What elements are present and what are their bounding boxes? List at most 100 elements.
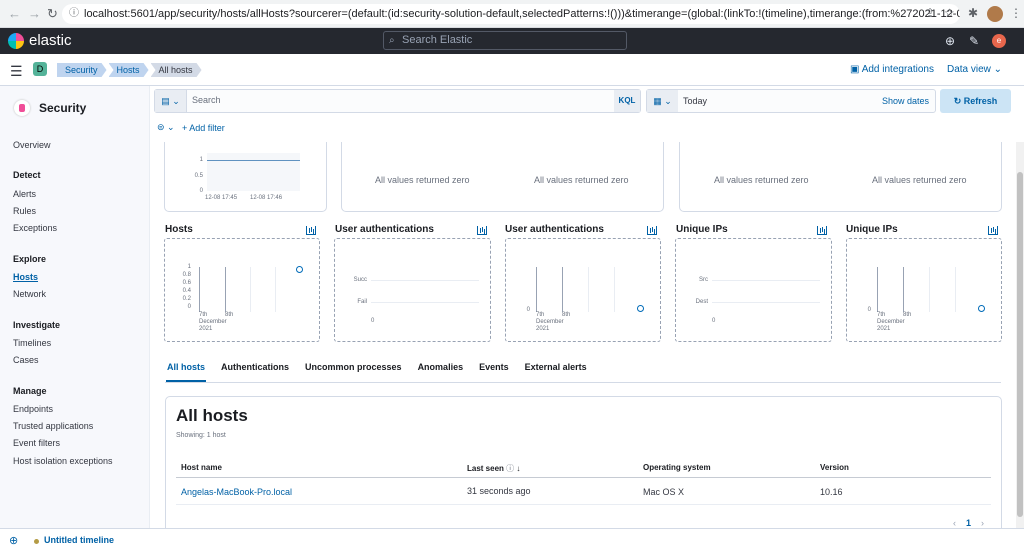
menu-kebab-icon[interactable]: ⋮ (1010, 6, 1022, 20)
back-icon[interactable]: ← (8, 6, 21, 21)
x-tick: 12-08 17:46 (250, 195, 283, 201)
version-cell: 10.16 (820, 487, 843, 497)
data-point (296, 266, 303, 273)
grid-line (929, 267, 930, 312)
show-dates-link[interactable]: Show dates (882, 96, 929, 106)
sidebar-item-network[interactable]: Network (13, 289, 46, 299)
news-icon[interactable]: ✎ (969, 34, 979, 48)
breadcrumb-security[interactable]: Security (57, 63, 107, 77)
sidebar-item-cases[interactable]: Cases (13, 355, 39, 365)
y-tick: 0 (187, 304, 191, 310)
column-header-operating-system[interactable]: Operating system (643, 463, 711, 472)
sidebar-item-endpoints[interactable]: Endpoints (13, 404, 53, 414)
tab-events[interactable]: Events (478, 362, 510, 382)
reload-icon[interactable]: ↻ (47, 6, 58, 22)
profile-avatar[interactable] (987, 6, 1003, 22)
axis-line (903, 267, 904, 312)
pagination-next-icon[interactable]: › (981, 518, 984, 528)
grid-line (614, 267, 615, 312)
x-tick: 8th (903, 312, 912, 318)
inspect-chart-icon[interactable] (306, 226, 316, 235)
untitled-timeline-link[interactable]: Untitled timeline (44, 535, 114, 545)
elastic-logo[interactable]: elastic (8, 32, 72, 49)
bookmark-star-icon[interactable]: ☆ (944, 6, 955, 20)
axis-line (199, 267, 200, 312)
sidebar-item-timelines[interactable]: Timelines (13, 338, 51, 348)
kpi-title-user-authentications-area: User authentications (505, 224, 604, 235)
refresh-button[interactable]: ↻ Refresh (940, 89, 1011, 113)
add-timeline-icon[interactable]: ⊕ (9, 534, 18, 547)
data-view-menu[interactable]: Data view ⌄ (947, 64, 1002, 75)
site-info-icon[interactable]: ⓘ (69, 4, 79, 24)
inspect-chart-icon[interactable] (647, 226, 657, 235)
filter-options-icon[interactable]: ⊜ ⌄ (157, 122, 175, 133)
tab-authentications[interactable]: Authentications (220, 362, 290, 382)
x-tick: 0 (371, 318, 375, 324)
row-divider (176, 504, 991, 505)
pagination-page[interactable]: 1 (966, 518, 971, 528)
brand-name: elastic (29, 32, 72, 49)
zero-message: All values returned zero (534, 175, 629, 185)
sidebar-item-event-filters[interactable]: Event filters (13, 438, 60, 448)
x-tick-month: December (877, 319, 905, 325)
sidebar-group-investigate: Investigate (13, 320, 61, 330)
global-search-input[interactable]: ⌕ Search Elastic (383, 31, 627, 50)
host-name-link[interactable]: Angelas-MacBook-Pro.local (181, 487, 292, 497)
hosts-tabs: All hosts Authentications Uncommon proce… (166, 362, 588, 382)
kpi-chart-user-auth-bar: Succ Fail 0 (334, 238, 491, 342)
forward-icon[interactable]: → (28, 6, 41, 21)
query-bar[interactable]: ▤ ⌄ Search KQL (154, 89, 641, 113)
saved-query-menu-icon[interactable]: ▤ ⌄ (155, 90, 187, 112)
column-header-version[interactable]: Version (820, 463, 849, 472)
breadcrumb-hosts[interactable]: Hosts (109, 63, 149, 77)
extensions-icon[interactable]: ✱ (968, 6, 978, 20)
tab-external-alerts[interactable]: External alerts (524, 362, 588, 382)
date-picker[interactable]: ▦ ⌄ Today Show dates (646, 89, 936, 113)
page-scrollbar-thumb[interactable] (1017, 172, 1023, 517)
events-histogram-card: 1 0.5 0 12-08 17:45 12-08 17:46 (164, 142, 327, 212)
grid-line (588, 267, 589, 312)
series-line (207, 160, 300, 161)
grid-line (371, 302, 479, 303)
add-integrations-label: Add integrations (861, 64, 934, 75)
user-avatar[interactable]: e (992, 34, 1006, 48)
tab-all-hosts[interactable]: All hosts (166, 362, 207, 382)
share-icon[interactable]: ⇪ (925, 6, 935, 20)
x-tick-month: December (536, 319, 564, 325)
global-search-placeholder: Search Elastic (402, 34, 473, 46)
sidebar-item-rules[interactable]: Rules (13, 206, 36, 216)
unique-ips-summary-card: All values returned zero All values retu… (679, 142, 1002, 212)
column-header-host-name[interactable]: Host name (181, 463, 222, 472)
column-header-last-seen[interactable]: Last seen ⓘ ↓ (467, 463, 520, 474)
sidebar-item-overview[interactable]: Overview (13, 140, 51, 150)
address-bar[interactable]: ⓘ localhost:5601/app/security/hosts/allH… (62, 4, 960, 24)
help-icon[interactable]: ⊕ (945, 34, 955, 48)
search-input[interactable]: Search (192, 95, 221, 105)
sidebar-item-host-isolation-exceptions[interactable]: Host isolation exceptions (13, 456, 113, 466)
url-text: localhost:5601/app/security/hosts/allHos… (84, 8, 960, 20)
calendar-icon[interactable]: ▦ ⌄ (647, 90, 678, 112)
inspect-chart-icon[interactable] (477, 226, 487, 235)
timeline-status-dot (34, 539, 39, 544)
pagination-prev-icon[interactable]: ‹ (953, 518, 956, 528)
add-integrations-link[interactable]: ▣ Add integrations (850, 64, 934, 75)
x-tick-year: 2021 (536, 326, 550, 332)
menu-hamburger-icon[interactable]: ☰ (10, 63, 23, 80)
add-filter-button[interactable]: + Add filter (182, 123, 225, 133)
tab-anomalies[interactable]: Anomalies (417, 362, 465, 382)
tab-uncommon-processes[interactable]: Uncommon processes (304, 362, 403, 382)
chart-plot-area (207, 153, 300, 191)
inspect-chart-icon[interactable] (988, 226, 998, 235)
sidebar-item-hosts[interactable]: Hosts (13, 272, 38, 282)
kpi-title-unique-ips: Unique IPs (676, 224, 728, 235)
integrations-icon: ▣ (850, 64, 862, 75)
axis-line (562, 267, 563, 312)
sidebar-item-exceptions[interactable]: Exceptions (13, 223, 57, 233)
sidebar-item-trusted-applications[interactable]: Trusted applications (13, 421, 93, 431)
kql-toggle[interactable]: KQL (614, 90, 640, 112)
space-avatar[interactable]: D (33, 62, 47, 76)
security-app-icon (14, 100, 30, 116)
sidebar-item-alerts[interactable]: Alerts (13, 189, 36, 199)
inspect-chart-icon[interactable] (817, 226, 827, 235)
x-tick: 7th (199, 312, 208, 318)
